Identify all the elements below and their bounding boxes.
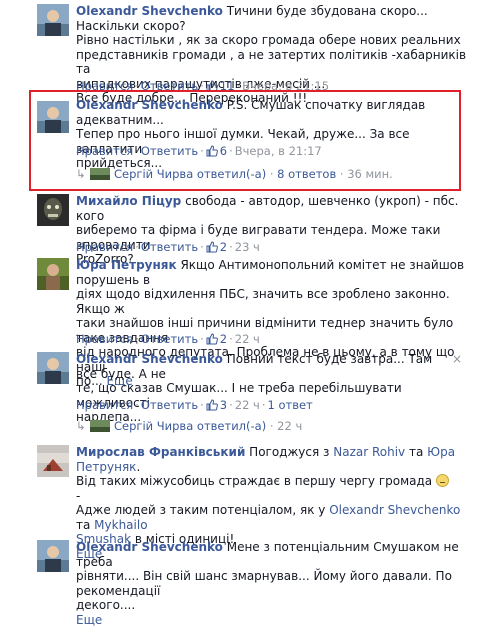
reply-arrow-icon: ↳ [76,419,86,433]
replies-summary[interactable]: ↳ Сергій Чирва ответил(-а) · 8 ответов · … [76,167,393,181]
comment-text: Від таких міжусобиць страждає в першу че… [76,474,433,488]
avatar[interactable] [37,445,69,477]
replier-avatar [90,168,110,180]
avatar[interactable] [37,101,69,133]
avatar[interactable] [37,4,69,36]
comment-text: - [76,488,81,503]
comment-text: Погоджуся з [245,445,334,459]
like-count[interactable]: 2 [206,240,227,254]
replies-count[interactable]: 1 ответ [268,398,313,412]
mention-link[interactable]: Olexandr Shevchenko [329,503,460,517]
replies-summary[interactable]: ↳ Сергій Чирва ответил(-а) · 22 ч [76,419,302,433]
comment-text: Рівно настільки , як за скоро громада об… [76,33,461,47]
like-button[interactable]: Нравится [76,398,133,412]
thumbs-up-icon [206,145,218,157]
comment-time[interactable]: 22 ч [235,332,260,346]
comment-actions: Нравится · Ответить · 6 · Вчера, в 21:17 [76,144,322,158]
comment-author[interactable]: Olexandr Shevchenko [76,4,223,18]
comment-author[interactable]: Юра Петруняк [76,258,177,272]
reply-button[interactable]: Ответить [141,332,198,346]
comment-text: рівняти.... Він свій шанс змарнував... Й… [76,569,452,598]
comment-text: діях щодо відхилення ПБС, значить все зр… [76,287,450,316]
close-icon[interactable]: × [452,352,462,366]
avatar[interactable] [37,194,69,226]
like-count[interactable]: 6 [206,144,227,158]
see-more-link[interactable]: Еще [76,613,102,627]
thumbs-up-icon [206,333,218,345]
like-count[interactable]: 3 [206,398,227,412]
comment-text: представників громади , а не затертих по… [76,47,467,77]
comment-author[interactable]: Olexandr Shevchenko [76,98,223,112]
comment-author[interactable]: Мирослав Франківський [76,445,245,459]
comment-time[interactable]: 23 ч [235,240,260,254]
avatar[interactable] [37,540,69,572]
comment-author[interactable]: Olexandr Shevchenko [76,540,223,554]
comment-actions: Нравится · Ответить · 3 · 22 ч · 1 ответ [76,398,313,412]
smile-emoji-icon [435,474,449,487]
avatar[interactable] [37,352,69,384]
comment-author[interactable]: Михайло Піцур [76,194,181,208]
like-button[interactable]: Нравится [76,144,133,158]
mention-link[interactable]: Mykhailo [94,518,147,532]
comment-time[interactable]: 22 ч [235,398,260,412]
reply-arrow-icon: ↳ [76,167,86,181]
avatar[interactable] [37,258,69,290]
thumbs-up-icon [206,399,218,411]
reply-button[interactable]: Ответить [141,144,198,158]
thumbs-up-icon [206,241,218,253]
comment-actions: Нравится · Ответить · 2 · 23 ч [76,240,260,254]
replier-avatar [90,420,110,432]
comment-author[interactable]: Olexandr Shevchenko [76,352,223,366]
like-button[interactable]: Нравится [76,240,133,254]
comment-actions: Нравится · Ответить · 2 · 22 ч [76,332,260,346]
reply-button[interactable]: Ответить [141,398,198,412]
like-count[interactable]: 2 [206,332,227,346]
like-button[interactable]: Нравится [76,332,133,346]
comment-text: декого.... [76,598,136,612]
reply-button[interactable]: Ответить [141,240,198,254]
mention-link[interactable]: Nazar Rohiv [333,445,405,459]
comment-time[interactable]: Вчера, в 21:17 [235,144,322,158]
